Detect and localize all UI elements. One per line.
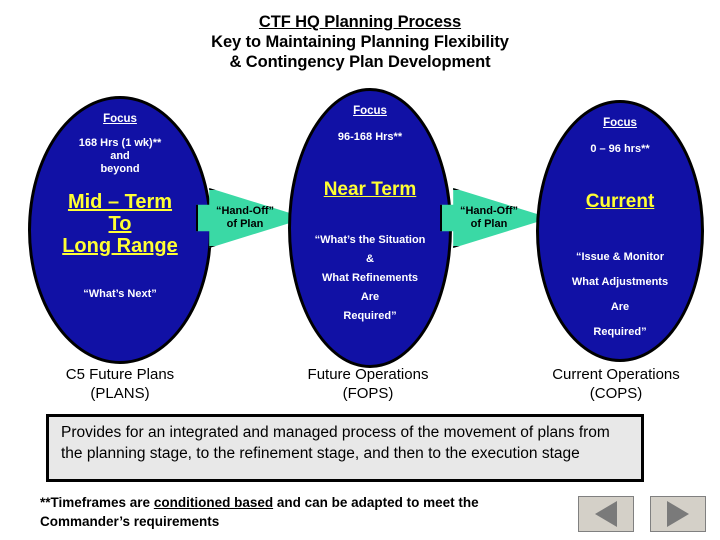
focus-label-plans: Focus [103,113,137,125]
timeframe-cops: 0 – 96 hrs** [590,143,650,155]
page-title: CTF HQ Planning Process Key to Maintaini… [0,12,720,72]
handoff-label-2-line2: of Plan [470,218,508,230]
question-plans: “What’s Next” [83,288,157,300]
timeframe-fops: 96-168 Hrs** [337,131,403,143]
title-line-2: Key to Maintaining Planning Flexibility [211,33,509,51]
footnote: **Timeframes are conditioned based and c… [40,493,570,531]
title-line-3: & Contingency Plan Development [229,53,491,71]
caption-fops: Future Operations (FOPS) [307,366,429,402]
focus-label-cops: Focus [603,117,637,129]
handoff-label-1-line1: “Hand-Off” [215,205,275,217]
focus-label-fops: Focus [353,105,387,117]
triangle-left-icon [595,501,617,527]
caption-plans: C5 Future Plans (PLANS) [65,366,175,402]
next-slide-button[interactable] [650,496,706,532]
handoff-label-2-line1: “Hand-Off” [459,205,519,217]
stage-ellipse-cops[interactable]: Focus 0 – 96 hrs** Current “Issue & Moni… [536,100,704,362]
phase-title-cops: Current [585,191,655,212]
phase-title-plans: Mid – Term To Long Range [62,191,178,257]
handoff-label-1: “Hand-Off” of Plan [196,205,306,231]
title-line-1: CTF HQ Planning Process [258,13,462,31]
triangle-right-icon [667,501,689,527]
footnote-underlined: conditioned based [153,495,274,510]
question-cops: “Issue & Monitor What Adjustments Are Re… [571,251,669,338]
footnote-before: **Timeframes are [40,495,154,510]
previous-slide-button[interactable] [578,496,634,532]
question-fops: “What’s the Situation & What Refinements… [314,234,426,322]
handoff-label-1-line2: of Plan [226,218,264,230]
summary-box: Provides for an integrated and managed p… [46,414,644,482]
handoff-arrow-fops-to-cops: “Hand-Off” of Plan [440,188,550,248]
timeframe-plans: 168 Hrs (1 wk)** and beyond [78,137,162,175]
handoff-label-2: “Hand-Off” of Plan [440,205,550,231]
caption-cops: Current Operations (COPS) [552,366,680,402]
phase-title-fops: Near Term [323,179,417,200]
stage-ellipse-fops[interactable]: Focus 96-168 Hrs** Near Term “What’s the… [288,88,452,368]
stage-ellipse-plans[interactable]: Focus 168 Hrs (1 wk)** and beyond Mid – … [28,96,212,364]
